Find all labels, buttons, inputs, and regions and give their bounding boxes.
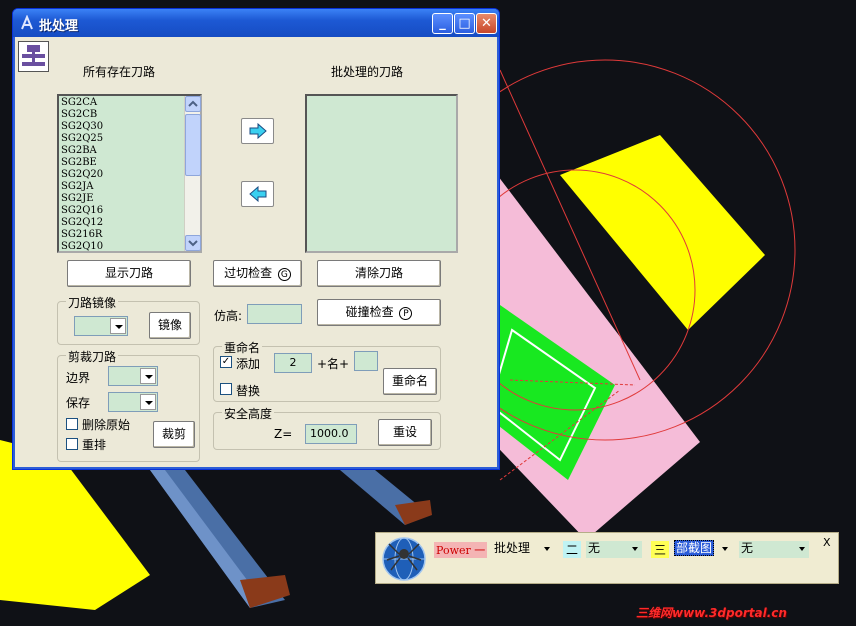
globe-spider-icon [382, 537, 426, 581]
rename-button[interactable]: 重命名 [383, 368, 437, 395]
dropdown-arrow-icon[interactable] [628, 541, 642, 557]
watermark: 三维网www.3dportal.cn [636, 606, 787, 620]
all-paths-header: 所有存在刀路 [83, 65, 156, 79]
list-item[interactable]: SG2BE [61, 157, 103, 169]
mirror-group: 刀路镜像 镜像 [57, 294, 200, 345]
mirror-button[interactable]: 镜像 [149, 312, 191, 339]
dropdown-arrow-icon[interactable] [540, 541, 554, 557]
toolbar-combo-1-value: 批处理 [494, 541, 531, 555]
toolbar-close-button[interactable]: X [823, 536, 831, 549]
add-checkbox[interactable]: ✓ [220, 356, 232, 368]
arrow-left-icon [249, 186, 267, 202]
save-label: 保存 [66, 396, 91, 410]
overcut-shortcut: G [277, 268, 291, 281]
reset-button[interactable]: 重设 [378, 419, 432, 446]
power-label: Power 一 [434, 542, 488, 558]
list-item[interactable]: SG2Q12 [61, 217, 103, 229]
z-label: Z= [274, 427, 293, 441]
save-combo[interactable] [108, 392, 158, 412]
batch-toolpaths-list[interactable] [305, 94, 458, 253]
list-scrollbar[interactable] [184, 96, 201, 251]
list-item[interactable]: SG2Q20 [61, 169, 103, 181]
window-title: 批处理 [39, 19, 79, 34]
list-item[interactable]: SG2Q30 [61, 121, 103, 133]
move-left-button[interactable] [241, 181, 274, 207]
toolbar-combo-2-value: 无 [588, 541, 601, 555]
cut-button[interactable]: 裁剪 [153, 421, 195, 448]
scroll-up-button[interactable] [185, 96, 201, 112]
dropdown-arrow-icon[interactable] [140, 394, 156, 410]
rename-suffix-field[interactable] [354, 351, 378, 371]
safety-height-group: 安全高度 Z= 1000.0 重设 [213, 405, 441, 450]
power-toolbar: Power 一 批处理 二 无 三 部截图 无 X [375, 532, 839, 584]
add-number-field[interactable]: 2 [274, 353, 312, 373]
dialog-client-area: 所有存在刀路 批处理的刀路 SG2CA SG2CB SG2Q30 SG2Q25 SG2B… [17, 38, 497, 467]
list-item[interactable]: SG2Q25 [61, 133, 103, 145]
collision-shortcut: P [399, 307, 413, 320]
toolbar-label-3: 三 [651, 541, 670, 558]
toolbar-label-2: 二 [563, 541, 582, 558]
batch-icon [18, 41, 49, 72]
overcut-check-label: 过切检查 [224, 266, 273, 280]
imitate-label: 仿高: [214, 309, 243, 323]
batch-process-dialog: 批处理 _ □ ✕ 所有存在刀路 批处理的刀路 SG2CA SG2CB SG2Q30… [12, 8, 500, 470]
reorder-label: 重排 [82, 438, 107, 452]
add-label: 添加 [236, 357, 261, 371]
replace-label: 替换 [236, 384, 261, 398]
mirror-group-title: 刀路镜像 [66, 294, 119, 311]
minimize-button[interactable]: _ [432, 13, 453, 34]
list-item[interactable]: SG2Q10 [61, 241, 103, 253]
safety-height-title: 安全高度 [222, 405, 275, 422]
imitate-field[interactable] [247, 304, 302, 324]
toolbar-combo-3-value: 部截图 [674, 540, 715, 556]
list-item[interactable]: SG216R [61, 229, 103, 241]
toolbar-combo-4-value: 无 [741, 541, 754, 555]
collision-check-button[interactable]: 碰撞检查 P [317, 299, 441, 326]
title-bar[interactable]: 批处理 _ □ ✕ [13, 9, 499, 37]
reorder-checkbox[interactable] [66, 438, 78, 450]
rename-group: 重命名 ✓ 添加 2 +名+ 替换 重命名 [213, 339, 441, 402]
replace-checkbox[interactable] [220, 383, 232, 395]
list-item[interactable]: SG2BA [61, 145, 103, 157]
clear-path-button[interactable]: 清除刀路 [317, 260, 441, 287]
maximize-button[interactable]: □ [454, 13, 475, 34]
overcut-check-button[interactable]: 过切检查 G [213, 260, 302, 287]
delete-original-checkbox[interactable] [66, 418, 78, 430]
list-item[interactable]: SG2CB [61, 109, 103, 121]
dropdown-arrow-icon[interactable] [718, 541, 732, 557]
plus-name-label: +名+ [317, 357, 350, 371]
list-item[interactable]: SG2Q16 [61, 205, 103, 217]
dropdown-arrow-icon[interactable] [110, 318, 126, 334]
z-value-field[interactable]: 1000.0 [305, 424, 357, 444]
move-right-button[interactable] [241, 118, 274, 144]
list-item[interactable]: SG2JE [61, 193, 103, 205]
toolbar-combo-2[interactable]: 无 [586, 541, 642, 558]
arrow-right-icon [249, 123, 267, 139]
scroll-thumb[interactable] [185, 114, 201, 176]
close-button[interactable]: ✕ [476, 13, 497, 34]
list-item[interactable]: SG2JA [61, 181, 103, 193]
boundary-combo[interactable] [108, 366, 158, 386]
mirror-combo[interactable] [74, 316, 128, 336]
cut-group-title: 剪裁刀路 [66, 348, 119, 365]
scroll-down-button[interactable] [185, 235, 201, 251]
rename-group-title: 重命名 [222, 339, 263, 356]
delete-original-label: 删除原始 [82, 418, 131, 432]
batch-paths-header: 批处理的刀路 [331, 65, 404, 79]
dropdown-arrow-icon[interactable] [795, 541, 809, 557]
toolbar-combo-4[interactable]: 无 [739, 541, 809, 558]
collision-check-label: 碰撞检查 [345, 305, 394, 319]
toolbar-combo-3[interactable]: 部截图 [674, 540, 732, 558]
boundary-label: 边界 [66, 371, 91, 385]
app-icon [21, 15, 33, 30]
dropdown-arrow-icon[interactable] [140, 368, 156, 384]
toolpath-items: SG2CA SG2CB SG2Q30 SG2Q25 SG2BA SG2BE SG2Q20 SG… [61, 97, 103, 253]
cut-group: 剪裁刀路 边界 保存 删除原始 重排 裁剪 [57, 348, 200, 462]
show-path-button[interactable]: 显示刀路 [67, 260, 191, 287]
all-toolpaths-list[interactable]: SG2CA SG2CB SG2Q30 SG2Q25 SG2BA SG2BE SG2Q20 SG… [57, 94, 202, 253]
toolbar-combo-1[interactable]: 批处理 [494, 541, 554, 558]
list-item[interactable]: SG2CA [61, 97, 103, 109]
